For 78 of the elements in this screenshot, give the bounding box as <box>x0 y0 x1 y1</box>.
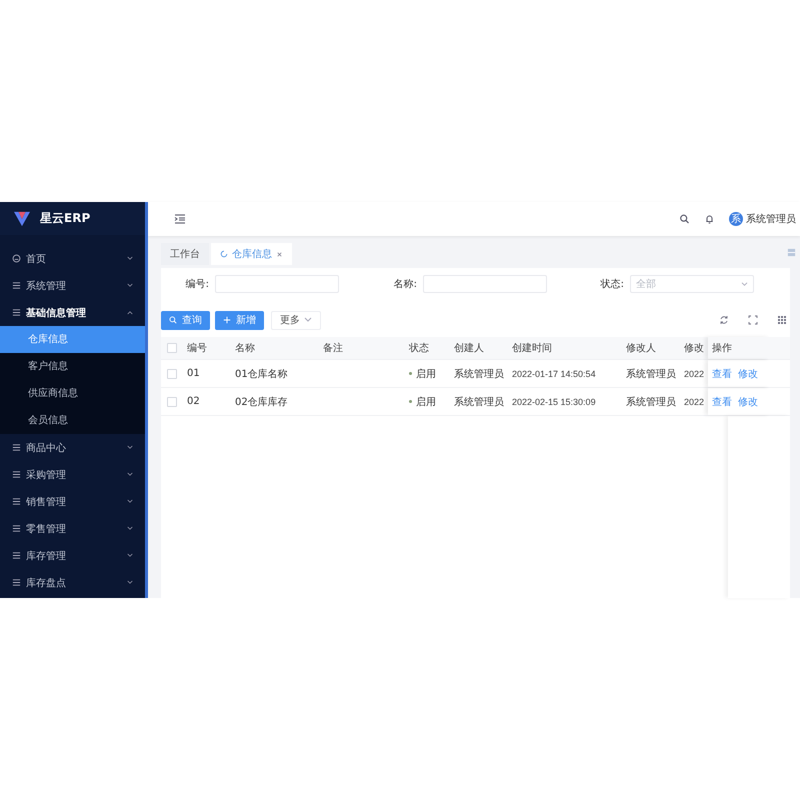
status-dot <box>409 400 412 403</box>
table-cell-text: 2022 <box>683 368 706 378</box>
list-icon <box>12 470 21 479</box>
list-icon <box>12 578 21 587</box>
table-cell-text: 系统管理员 <box>625 396 677 408</box>
bell-icon[interactable] <box>704 214 715 224</box>
filter-label: 编号: <box>186 278 209 291</box>
chevron-icon <box>127 499 133 504</box>
menu-icon[interactable] <box>174 214 186 224</box>
sidebar-subitem[interactable]: 供应商信息 <box>0 380 145 407</box>
sidebar-item[interactable]: 系统管理 <box>0 272 145 299</box>
chevron-icon <box>127 256 133 261</box>
chevron-icon <box>127 553 133 558</box>
app-name: 星云ERP <box>40 210 90 227</box>
table-cell-text: 系统管理员 <box>453 368 505 380</box>
search-icon[interactable] <box>679 214 690 224</box>
user-name[interactable]: 系统管理员 <box>746 212 796 226</box>
column-header: 状态 <box>408 342 430 355</box>
column-header: 名称 <box>234 342 256 355</box>
refresh-icon[interactable] <box>719 315 729 325</box>
chevron-icon <box>741 282 748 286</box>
refresh-icon <box>220 250 228 258</box>
table-cell-text: 2022-02-15 15:30:09 <box>511 396 597 406</box>
list-icon <box>12 524 21 533</box>
chevron-icon <box>127 472 133 477</box>
table-cell-text: 系统管理员 <box>453 396 505 408</box>
list-icon <box>12 443 21 452</box>
column-header: 修改 <box>683 342 705 355</box>
sidebar-item[interactable]: 零售管理 <box>0 515 145 542</box>
select-all-checkbox[interactable] <box>167 343 177 353</box>
table-cell-text: 2022 <box>683 396 706 406</box>
list-icon <box>12 551 21 560</box>
sidebar-item[interactable]: 商品中心 <box>0 434 145 461</box>
filter-label: 名称: <box>394 278 417 291</box>
sidebar-item[interactable]: 基础信息管理 <box>0 299 145 326</box>
caret-icon <box>304 316 312 324</box>
sidebar-subitem[interactable]: 客户信息 <box>0 353 145 380</box>
row-checkbox[interactable] <box>167 368 177 378</box>
list-icon <box>12 281 21 290</box>
table-cell-text: 02仓库库存 <box>234 396 289 408</box>
table-cell-text: 01仓库名称 <box>234 368 289 380</box>
search-icon <box>169 316 177 324</box>
close-icon[interactable] <box>276 250 283 258</box>
table-cell-text: 02 <box>186 396 201 407</box>
user-avatar[interactable]: 系 <box>729 212 743 226</box>
sidebar-item[interactable]: 库存管理 <box>0 542 145 569</box>
chevron-icon <box>127 580 133 585</box>
list-icon <box>12 497 21 506</box>
sidebar-item[interactable]: 销售管理 <box>0 488 145 515</box>
sidebar-item[interactable]: 库存盘点 <box>0 569 145 596</box>
column-header: 备注 <box>322 342 344 355</box>
plus-icon <box>223 316 231 324</box>
column-header: 创建人 <box>453 342 485 355</box>
column-header: 操作 <box>708 337 770 359</box>
column-header: 创建时间 <box>511 342 553 355</box>
status-text: 启用 <box>416 396 436 408</box>
list-icon <box>12 308 21 317</box>
sidebar-item[interactable]: 首页 <box>0 245 145 272</box>
sidebar-subitem[interactable]: 会员信息 <box>0 407 145 434</box>
column-header: 编号 <box>186 342 208 355</box>
chevron-icon <box>127 526 133 531</box>
chevron-icon <box>127 283 133 288</box>
sidebar-item[interactable]: 采购管理 <box>0 461 145 488</box>
status-dot <box>409 372 412 375</box>
logo-icon <box>13 210 31 226</box>
chevron-icon <box>127 445 133 450</box>
status-text: 启用 <box>416 368 436 380</box>
columns-icon[interactable] <box>777 315 787 325</box>
more-dropdown[interactable]: 更多 <box>271 310 321 330</box>
page-tab[interactable]: 工作台 <box>161 243 209 265</box>
column-header: 修改人 <box>625 342 657 355</box>
table-cell-text: 01 <box>186 368 201 379</box>
chevron-icon <box>127 310 133 315</box>
fullscreen-icon[interactable] <box>748 315 758 325</box>
table-cell-text: 系统管理员 <box>625 368 677 380</box>
row-checkbox[interactable] <box>167 396 177 406</box>
table-cell-text: 2022-01-17 14:50:54 <box>511 368 597 378</box>
filter-label: 状态: <box>600 278 624 291</box>
